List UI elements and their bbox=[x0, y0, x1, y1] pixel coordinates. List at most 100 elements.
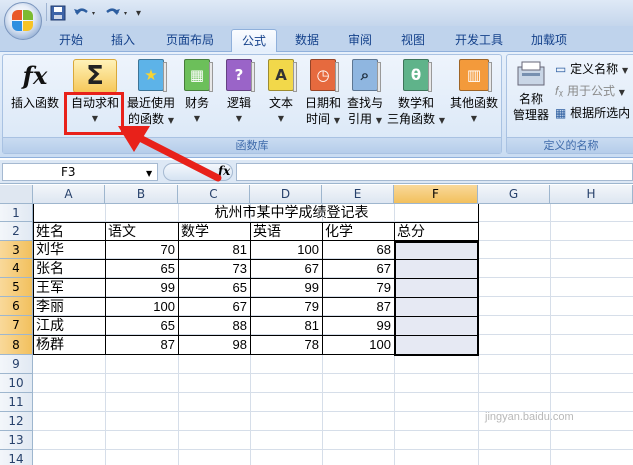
cell-chem[interactable]: 100 bbox=[323, 336, 391, 354]
header-english[interactable]: 英语 bbox=[253, 223, 281, 241]
column-header-f[interactable]: F bbox=[394, 185, 478, 204]
column-header-g[interactable]: G bbox=[478, 185, 550, 204]
row-header-1[interactable]: 1 bbox=[0, 204, 33, 222]
cell-chem[interactable]: 99 bbox=[323, 317, 391, 335]
more-functions-button[interactable]: ▥ 其他函数 ▼ bbox=[447, 59, 501, 127]
cell-chinese[interactable]: 65 bbox=[106, 260, 175, 278]
cell-chem[interactable]: 79 bbox=[323, 279, 391, 297]
finance-label: 财务 bbox=[184, 96, 209, 110]
redo-icon[interactable] bbox=[104, 4, 130, 22]
undo-icon[interactable] bbox=[72, 4, 98, 22]
tab-formulas[interactable]: 公式 bbox=[231, 29, 277, 52]
column-header-a[interactable]: A bbox=[33, 185, 105, 204]
math-label-1: 数学和 bbox=[397, 96, 434, 110]
name-manager-button[interactable]: 名称 管理器 bbox=[509, 59, 553, 123]
tab-home[interactable]: 开始 bbox=[52, 29, 90, 52]
tab-add-ins[interactable]: 加载项 bbox=[524, 29, 574, 52]
worksheet-grid[interactable]: A B C D E F G H 1 2 3 4 5 6 7 8 9 10 11 12 13 14 杭州市某… bbox=[0, 185, 633, 465]
tab-developer[interactable]: 开发工具 bbox=[450, 29, 508, 52]
cell-chinese[interactable]: 99 bbox=[106, 279, 175, 297]
row-header-14[interactable]: 14 bbox=[0, 450, 33, 465]
cell-name[interactable]: 江成 bbox=[36, 317, 102, 335]
cell-chem[interactable]: 67 bbox=[323, 260, 391, 278]
defined-names-label: 定义的名称 bbox=[507, 137, 633, 153]
grid-hline bbox=[33, 430, 633, 431]
column-header-d[interactable]: D bbox=[250, 185, 322, 204]
row-header-5[interactable]: 5 bbox=[0, 278, 33, 297]
cell-chem[interactable]: 87 bbox=[323, 298, 391, 316]
header-name[interactable]: 姓名 bbox=[36, 223, 64, 241]
header-chinese[interactable]: 语文 bbox=[108, 223, 136, 241]
row-header-2[interactable]: 2 bbox=[0, 222, 33, 241]
row-header-11[interactable]: 11 bbox=[0, 393, 33, 412]
math-book-icon: θ bbox=[403, 59, 432, 92]
title-bar: ▾ bbox=[0, 0, 633, 26]
header-chemistry[interactable]: 化学 bbox=[325, 223, 353, 241]
row-header-4[interactable]: 4 bbox=[0, 259, 33, 278]
cell-math[interactable]: 81 bbox=[179, 241, 247, 259]
cell-chinese[interactable]: 100 bbox=[106, 298, 175, 316]
row-header-9[interactable]: 9 bbox=[0, 355, 33, 374]
row-header-7[interactable]: 7 bbox=[0, 316, 33, 335]
tab-view[interactable]: 视图 bbox=[394, 29, 432, 52]
cell-name[interactable]: 杨群 bbox=[36, 336, 102, 354]
cell-english[interactable]: 99 bbox=[251, 279, 319, 297]
cell-english[interactable]: 81 bbox=[251, 317, 319, 335]
cell-name[interactable]: 张名 bbox=[36, 260, 102, 278]
name-manager-icon bbox=[514, 59, 548, 89]
header-total[interactable]: 总分 bbox=[397, 223, 425, 241]
use-in-formula-button[interactable]: 𝑓ᵪ 用于公式 ▼ bbox=[555, 83, 625, 101]
cell-math[interactable]: 67 bbox=[179, 298, 247, 316]
cell-name[interactable]: 李丽 bbox=[36, 298, 102, 316]
cell-chem[interactable]: 68 bbox=[323, 241, 391, 259]
row-header-10[interactable]: 10 bbox=[0, 374, 33, 393]
text-functions-button[interactable]: A 文本 ▼ bbox=[263, 59, 299, 127]
cell-chinese[interactable]: 87 bbox=[106, 336, 175, 354]
cell-name[interactable]: 王军 bbox=[36, 279, 102, 297]
sheet-title[interactable]: 杭州市某中学成绩登记表 bbox=[105, 204, 478, 222]
cell-name[interactable]: 刘华 bbox=[36, 241, 102, 259]
customize-qa-icon[interactable]: ▾ bbox=[136, 4, 141, 22]
row-header-12[interactable]: 12 bbox=[0, 412, 33, 431]
office-button[interactable] bbox=[4, 2, 42, 40]
math-trig-button[interactable]: θ 数学和 三角函数 ▼ bbox=[387, 59, 445, 129]
tab-review[interactable]: 审阅 bbox=[341, 29, 379, 52]
cell-math[interactable]: 88 bbox=[179, 317, 247, 335]
define-name-icon: ▭ bbox=[555, 62, 567, 76]
row-header-8[interactable]: 8 bbox=[0, 335, 33, 355]
define-name-button[interactable]: ▭ 定义名称 ▼ bbox=[555, 61, 628, 79]
tab-data[interactable]: 数据 bbox=[288, 29, 326, 52]
more-books-icon: ▥ bbox=[459, 59, 492, 92]
cell-math[interactable]: 65 bbox=[179, 279, 247, 297]
cell-chinese[interactable]: 65 bbox=[106, 317, 175, 335]
formula-input[interactable] bbox=[236, 163, 633, 181]
tab-page-layout[interactable]: 页面布局 bbox=[158, 29, 222, 52]
column-header-e[interactable]: E bbox=[322, 185, 394, 204]
cell-english[interactable]: 100 bbox=[251, 241, 319, 259]
create-selection-icon: ▦ bbox=[555, 106, 567, 120]
row-header-6[interactable]: 6 bbox=[0, 297, 33, 316]
cell-english[interactable]: 78 bbox=[251, 336, 319, 354]
more-label: 其他函数 bbox=[449, 96, 498, 110]
qa-separator bbox=[46, 3, 47, 21]
select-all-corner[interactable] bbox=[0, 185, 33, 204]
recent-book-icon: ★ bbox=[138, 59, 167, 92]
header-math[interactable]: 数学 bbox=[181, 223, 209, 241]
cell-math[interactable]: 73 bbox=[179, 260, 247, 278]
datetime-book-icon: ◷ bbox=[310, 59, 339, 92]
save-icon[interactable] bbox=[50, 4, 66, 22]
create-from-selection-button[interactable]: ▦ 根据所选内 bbox=[555, 105, 630, 121]
insert-function-label: 插入函数 bbox=[10, 96, 59, 110]
cell-english[interactable]: 79 bbox=[251, 298, 319, 316]
datetime-button[interactable]: ◷ 日期和 时间 ▼ bbox=[303, 59, 343, 129]
row-header-3[interactable]: 3 bbox=[0, 241, 33, 259]
cell-math[interactable]: 98 bbox=[179, 336, 247, 354]
lookup-reference-button[interactable]: ⌕ 查找与 引用 ▼ bbox=[343, 59, 387, 129]
cell-english[interactable]: 67 bbox=[251, 260, 319, 278]
row-header-13[interactable]: 13 bbox=[0, 431, 33, 450]
tab-insert[interactable]: 插入 bbox=[104, 29, 142, 52]
cell-chinese[interactable]: 70 bbox=[106, 241, 175, 259]
insert-function-button[interactable]: fx 插入函数 bbox=[7, 59, 63, 111]
column-header-h[interactable]: H bbox=[550, 185, 633, 204]
grid-vline bbox=[550, 204, 551, 465]
